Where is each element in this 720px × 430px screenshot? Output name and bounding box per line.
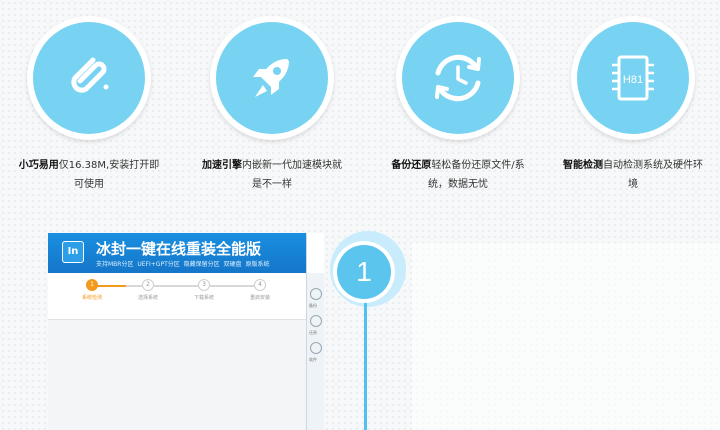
feature-description: 仅16.38M,安装打开即可使用 (58, 160, 160, 190)
restore-clock-icon (402, 22, 514, 134)
feature-icon-ring (27, 16, 151, 140)
feature-backup-restore: 备份还原轻松备份还原文件/系统，数据无忧 (383, 16, 533, 194)
feature-description: 轻松备份还原文件/系统，数据无忧 (428, 160, 525, 190)
app-header: In 冰封一键在线重装全能版 支持MBR分区 UEFI+GPT分区 隐藏保留分区… (48, 233, 306, 273)
step-number: 4 (254, 279, 266, 291)
feature-description: 内嵌新一代加速模块就是不一样 (242, 160, 342, 190)
feature-title: 加速引擎 (202, 160, 242, 171)
app-content-area (48, 319, 306, 430)
paperclip-icon (33, 22, 145, 134)
feature-smart-detection: H81 智能检测自动检测系统及硬件环境 (558, 16, 708, 194)
feature-desc: 小巧易用仅16.38M,安装打开即可使用 (14, 156, 164, 194)
side-button-icon[interactable] (310, 288, 322, 300)
chip-label: H81 (623, 74, 643, 86)
step-description-panel (412, 243, 720, 430)
side-label: 软件 (309, 357, 317, 362)
timeline-step-badge: 1 (337, 245, 391, 299)
step-progress: 1 系统检测 2 选择系统 3 下载系统 4 重启安装 (72, 279, 282, 309)
feature-title: 小巧易用 (18, 160, 59, 171)
app-logo: In (62, 241, 84, 263)
step-item: 1 系统检测 (72, 279, 112, 301)
feature-desc: 加速引擎内嵌新一代加速模块就是不一样 (197, 156, 347, 194)
feature-acceleration: 加速引擎内嵌新一代加速模块就是不一样 (197, 16, 347, 194)
side-window: 备份 还原 软件 (306, 233, 324, 430)
step-label: 重启安装 (249, 295, 270, 301)
side-label: 备份 (309, 303, 317, 308)
step-number: 2 (142, 279, 154, 291)
step-number: 3 (198, 279, 210, 291)
timeline-line (364, 300, 367, 430)
step-label: 系统检测 (81, 295, 102, 301)
step-number: 1 (86, 279, 98, 291)
feature-icon-ring (396, 16, 520, 140)
app-subtitle: 支持MBR分区 UEFI+GPT分区 隐藏保留分区 双硬盘 原版系统 (96, 261, 270, 268)
step-label: 选择系统 (137, 295, 158, 301)
step-label: 下载系统 (193, 295, 214, 301)
side-label: 还原 (309, 330, 317, 335)
app-body: 1 系统检测 2 选择系统 3 下载系统 4 重启安装 (48, 273, 306, 430)
feature-easy-to-use: 小巧易用仅16.38M,安装打开即可使用 (14, 16, 164, 194)
features-row: 小巧易用仅16.38M,安装打开即可使用 加速引擎内嵌新一代加速模块就是不一样 (0, 0, 720, 200)
step-item: 2 选择系统 (128, 279, 168, 301)
feature-icon-ring (210, 16, 334, 140)
feature-desc: 备份还原轻松备份还原文件/系统，数据无忧 (383, 156, 533, 194)
feature-desc: 智能检测自动检测系统及硬件环境 (558, 156, 708, 194)
feature-title: 备份还原 (391, 160, 432, 171)
app-screenshot: In 冰封一键在线重装全能版 支持MBR分区 UEFI+GPT分区 隐藏保留分区… (48, 233, 324, 430)
side-button-icon[interactable] (310, 315, 322, 327)
app-title: 冰封一键在线重装全能版 (96, 240, 262, 258)
side-button-icon[interactable] (310, 342, 322, 354)
feature-description: 自动检测系统及硬件环境 (603, 160, 703, 190)
rocket-icon (216, 22, 328, 134)
step-item: 4 重启安装 (240, 279, 280, 301)
feature-icon-ring: H81 (571, 16, 695, 140)
step-item: 3 下载系统 (184, 279, 224, 301)
feature-title: 智能检测 (563, 160, 603, 171)
chip-icon: H81 (577, 22, 689, 134)
side-window-top (307, 233, 324, 273)
